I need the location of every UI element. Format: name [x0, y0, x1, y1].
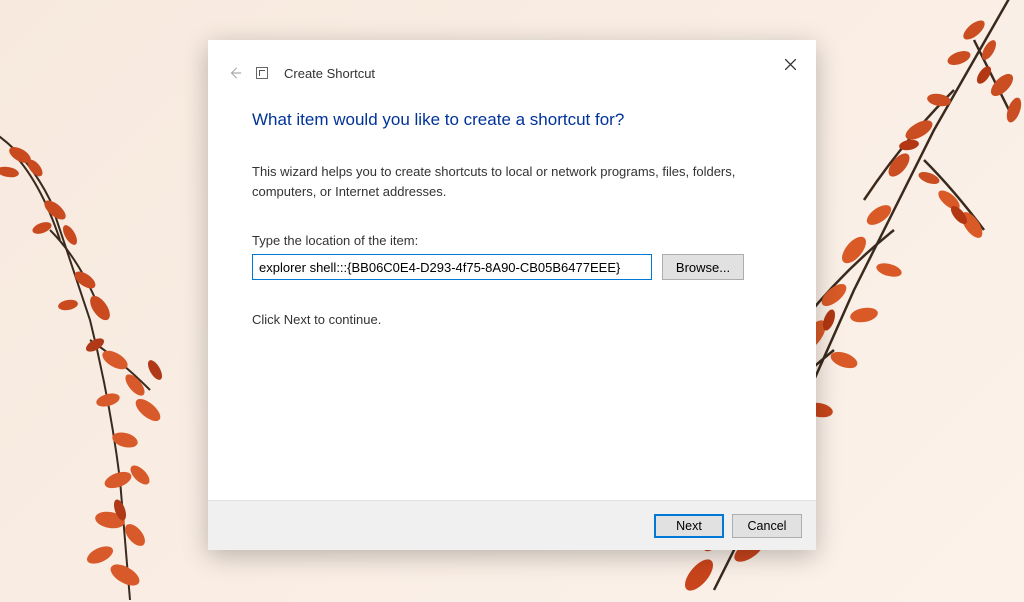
location-input[interactable]	[252, 254, 652, 280]
cancel-button[interactable]: Cancel	[732, 514, 802, 538]
continue-text: Click Next to continue.	[252, 312, 772, 327]
create-shortcut-dialog: Create Shortcut What item would you like…	[208, 40, 816, 550]
close-button[interactable]	[778, 52, 802, 76]
instruction-text: This wizard helps you to create shortcut…	[252, 162, 772, 201]
dialog-footer: Next Cancel	[208, 500, 816, 550]
dialog-title: Create Shortcut	[284, 66, 375, 81]
back-button[interactable]	[226, 64, 244, 82]
close-icon	[785, 59, 796, 70]
location-row: Browse...	[252, 254, 772, 280]
main-heading: What item would you like to create a sho…	[252, 110, 772, 130]
location-label: Type the location of the item:	[252, 233, 772, 248]
back-arrow-icon	[228, 66, 242, 80]
next-button[interactable]: Next	[654, 514, 724, 538]
shortcut-icon	[256, 67, 268, 79]
dialog-content: What item would you like to create a sho…	[208, 82, 816, 347]
browse-button[interactable]: Browse...	[662, 254, 744, 280]
dialog-header: Create Shortcut	[208, 40, 816, 82]
